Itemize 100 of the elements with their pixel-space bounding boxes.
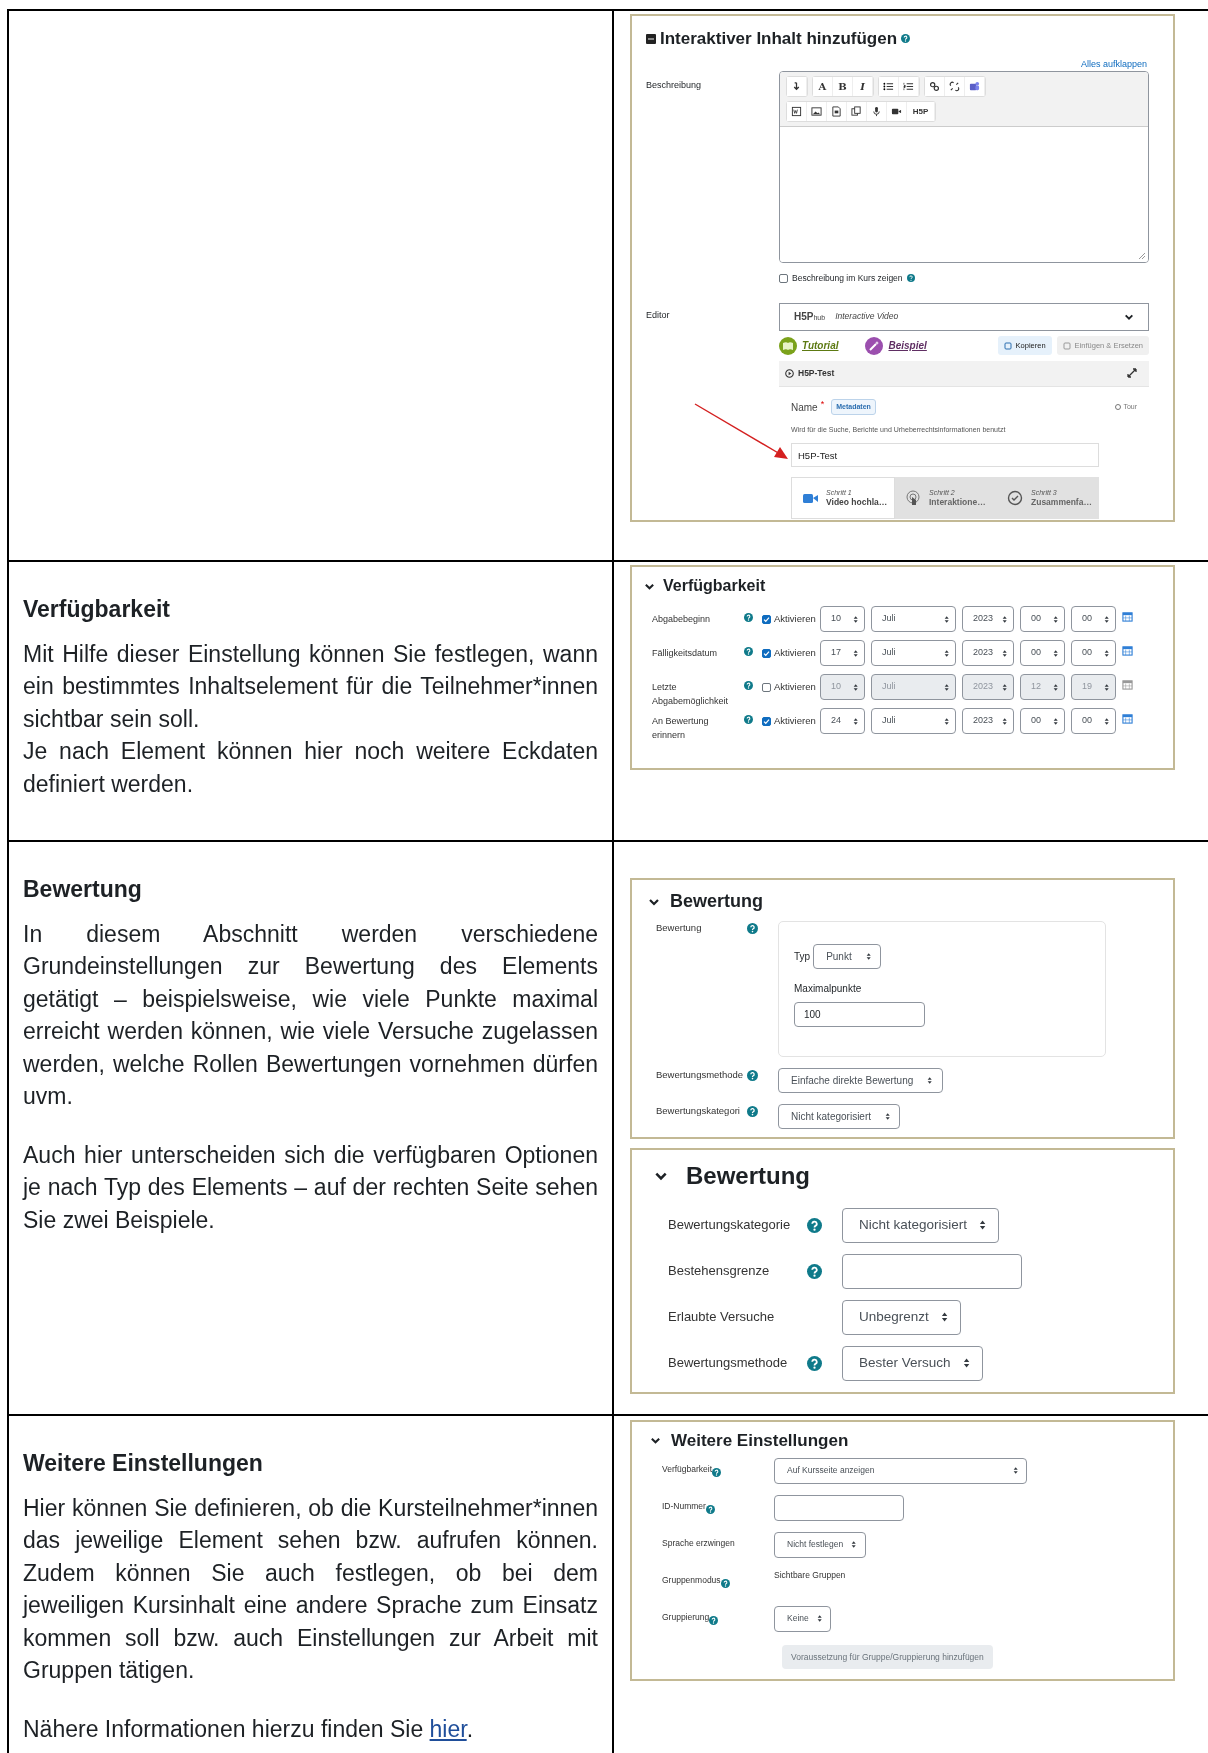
- caret-icon: [1103, 716, 1109, 726]
- help-icon[interactable]: [807, 1263, 822, 1279]
- example-link[interactable]: Beispiel: [888, 338, 927, 354]
- help-icon[interactable]: [712, 1467, 722, 1477]
- arrow-down-icon[interactable]: [787, 77, 807, 96]
- help-icon[interactable]: [807, 1217, 822, 1233]
- select-field[interactable]: Bester Versuch: [842, 1345, 983, 1381]
- max-points-input[interactable]: 100: [794, 1002, 925, 1027]
- select-field[interactable]: Nicht kategorisiert: [778, 1104, 901, 1129]
- day-select[interactable]: 24: [820, 708, 865, 734]
- field-label: Gruppenmodus: [662, 1574, 721, 1585]
- panel-title: H5P-Test: [798, 366, 835, 380]
- select-field[interactable]: Nicht festlegen: [774, 1531, 866, 1558]
- caret-icon: [1001, 682, 1007, 692]
- hour-select[interactable]: 00: [1020, 708, 1065, 734]
- checkbox[interactable]: [762, 716, 771, 726]
- chevron-icon[interactable]: [650, 1435, 661, 1447]
- checkbox[interactable]: [762, 648, 771, 658]
- add-restriction-button[interactable]: Voraussetzung für Gruppe/Gruppierung hinzufügen: [782, 1644, 993, 1670]
- field-label: Sprache erzwingen: [662, 1537, 735, 1548]
- required-mark: *: [820, 397, 825, 411]
- calendar-icon[interactable]: [1122, 611, 1133, 622]
- field-label: ID-Nummer: [662, 1500, 706, 1511]
- field-label: Gruppierung: [662, 1611, 710, 1622]
- field-label: Letzte Abgabemöglichkeit: [652, 681, 730, 708]
- caret-icon: [1052, 614, 1058, 624]
- help-icon[interactable]: [747, 1105, 758, 1117]
- minute-select[interactable]: 00: [1071, 606, 1116, 632]
- help-icon[interactable]: [747, 1069, 758, 1081]
- caret-icon: [1052, 682, 1058, 692]
- step-label: Video hochla…: [826, 497, 888, 508]
- field-label: Name: [791, 400, 818, 415]
- clipboard-icon: [1062, 341, 1071, 350]
- content-type: Interactive Video: [835, 310, 899, 324]
- type-select[interactable]: Punkt: [813, 944, 882, 969]
- section-title: Weitere Einstellungen: [671, 1430, 849, 1452]
- field-label: Bewertungskategorie: [668, 1216, 791, 1235]
- help-icon[interactable]: [744, 715, 753, 724]
- caret-icon: [1052, 648, 1058, 658]
- help-icon[interactable]: [807, 1355, 822, 1371]
- minute-select[interactable]: 00: [1071, 708, 1116, 734]
- caret-icon: [852, 682, 858, 692]
- expand-all-link[interactable]: Alles aufklappen: [1080, 57, 1147, 71]
- calendar-icon[interactable]: [1122, 713, 1133, 724]
- checkbox[interactable]: [779, 273, 788, 283]
- calendar-icon[interactable]: [1122, 679, 1133, 690]
- year-select[interactable]: 2023: [962, 606, 1014, 632]
- checkbox[interactable]: [762, 682, 771, 692]
- info-sentence: Nähere Informationen hierzu finden Sie hier.: [23, 1714, 474, 1744]
- select-field[interactable]: Keine: [774, 1605, 832, 1632]
- bullet-list-icon[interactable]: [879, 77, 899, 96]
- calendar-icon[interactable]: [1122, 645, 1133, 656]
- month-select[interactable]: Juli: [871, 708, 956, 734]
- help-icon[interactable]: [744, 647, 753, 656]
- year-select[interactable]: 2023: [962, 708, 1014, 734]
- year-select[interactable]: 2023: [962, 640, 1014, 666]
- select-field[interactable]: Auf Kursseite anzeigen: [774, 1457, 1027, 1484]
- select-field[interactable]: Einfache direkte Bewertung: [778, 1068, 943, 1093]
- field-label: Fälligkeitsdatum: [652, 647, 719, 660]
- hour-select[interactable]: 00: [1020, 606, 1065, 632]
- caret-icon: [1103, 682, 1109, 692]
- name-input[interactable]: H5P-Test: [791, 443, 1099, 468]
- help-icon[interactable]: [705, 1504, 715, 1514]
- help-icon[interactable]: [747, 922, 758, 934]
- tour-icon: [1115, 404, 1122, 410]
- select-field[interactable]: Unbegrenzt: [842, 1299, 961, 1335]
- help-icon[interactable]: [906, 274, 915, 283]
- caret-icon: [851, 1540, 857, 1549]
- link-icon[interactable]: [925, 77, 945, 96]
- field-label: Abgabebeginn: [652, 613, 712, 626]
- day-select[interactable]: 17: [820, 640, 865, 666]
- resize-handle-icon[interactable]: [1138, 252, 1146, 260]
- minute-select[interactable]: 00: [1071, 640, 1116, 666]
- field-label: An Bewertung erinnern: [652, 715, 710, 742]
- help-icon[interactable]: [744, 613, 753, 622]
- tutorial-link[interactable]: Tutorial: [802, 338, 839, 354]
- help-icon[interactable]: [720, 1578, 730, 1588]
- section-title: Verfügbarkeit: [663, 576, 766, 596]
- field-label: Bewertung: [656, 921, 702, 935]
- input-field[interactable]: [774, 1494, 904, 1521]
- book-icon: [779, 336, 797, 355]
- field-label: Maximalpunkte: [794, 982, 862, 996]
- input-field[interactable]: [842, 1253, 1022, 1289]
- hour-select[interactable]: 00: [1020, 640, 1065, 666]
- day-select[interactable]: 10: [820, 606, 865, 632]
- select-field[interactable]: Nicht kategorisiert: [842, 1207, 1000, 1243]
- fullscreen-icon[interactable]: [1127, 368, 1137, 379]
- field-label: Editor: [646, 308, 670, 321]
- help-icon[interactable]: [709, 1615, 719, 1625]
- help-icon[interactable]: [901, 34, 911, 44]
- help-icon[interactable]: [744, 681, 753, 690]
- month-select[interactable]: Juli: [871, 640, 956, 666]
- section-title: Bewertung: [686, 1161, 810, 1191]
- link[interactable]: hier: [429, 1715, 467, 1742]
- word-paste-icon[interactable]: [787, 102, 807, 121]
- caret-icon: [1001, 614, 1007, 624]
- caret-icon: [1103, 614, 1109, 624]
- month-select[interactable]: Juli: [871, 606, 956, 632]
- font-button[interactable]: A: [813, 77, 833, 96]
- checkbox[interactable]: [762, 614, 771, 624]
